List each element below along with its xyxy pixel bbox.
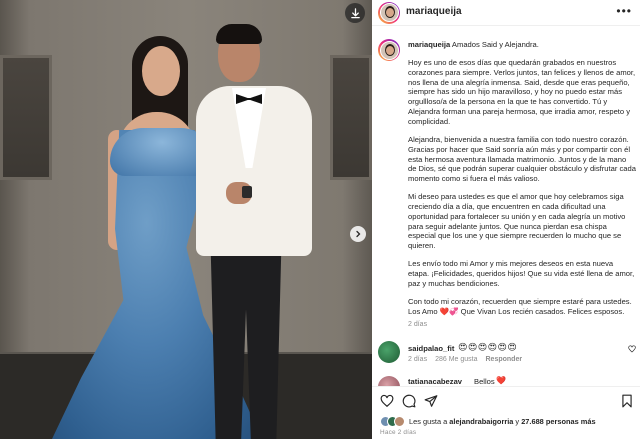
comment-meta: 2 días 286 Me gusta Responder — [408, 356, 522, 363]
author-avatar[interactable] — [378, 1, 400, 24]
caption-paragraph: Les envío todo mi Amor y mis mejores des… — [408, 259, 635, 288]
man-hair — [216, 24, 262, 44]
download-icon[interactable] — [345, 3, 365, 23]
post-caption: mariaqueija Amados Said y Alejandra. Hoy… — [408, 40, 636, 325]
comment-time: 2 días — [408, 356, 428, 363]
post-actions: Les gusta a alejandrabaigorria y 27.688 … — [372, 386, 640, 439]
caption-time: 2 días — [408, 321, 428, 328]
likes-count[interactable]: 27.688 personas más — [521, 417, 595, 426]
likes-connector: y — [515, 416, 520, 426]
commenter-avatar[interactable] — [378, 341, 400, 363]
caption-paragraph: Hoy es uno de esos días que quedarán gra… — [408, 58, 636, 126]
post-header: mariaqueija ••• — [372, 0, 640, 26]
comment-icon[interactable] — [402, 394, 416, 408]
likes-summary[interactable]: Les gusta a alejandrabaigorria y 27.688 … — [380, 415, 596, 427]
more-options-icon[interactable]: ••• — [616, 5, 632, 17]
likes-text: Les gusta a alejandrabaigorria y 27.688 … — [409, 417, 596, 426]
liker-username[interactable]: alejandrabaigorria — [449, 417, 513, 426]
author-username[interactable]: mariaqueija — [406, 6, 462, 17]
caption-paragraph: Alejandra, bienvenida a nuestra familia … — [408, 134, 636, 184]
likes-prefix: Les gusta a — [409, 416, 448, 426]
post-image[interactable] — [0, 0, 372, 439]
caption-username[interactable]: mariaqueija — [408, 40, 450, 49]
share-icon[interactable] — [424, 394, 438, 408]
comment-text: Bellos — [474, 377, 495, 386]
heart-icon[interactable] — [380, 394, 394, 408]
commenter-username[interactable]: tatianacabezav — [408, 377, 462, 386]
commenter-username[interactable]: saidpalao_fit — [408, 344, 454, 353]
chevron-right-icon[interactable] — [350, 226, 366, 242]
caption-paragraph: Con todo mi corazón, recuerden que siemp… — [408, 297, 632, 316]
caption-author-avatar[interactable] — [378, 39, 400, 61]
bookmark-icon[interactable] — [620, 394, 634, 408]
liker-avatar — [394, 415, 405, 427]
comment-likes[interactable]: 286 Me gusta — [435, 356, 477, 363]
post-side-panel: mariaqueija ••• mariaqueija Amados Said … — [372, 0, 640, 439]
post-timestamp: Hace 2 días — [380, 429, 417, 436]
wall-niche-left — [0, 55, 52, 180]
reply-button[interactable]: Responder — [486, 356, 523, 363]
comment-emoji: ❤️ — [496, 376, 506, 385]
wall-niche-right — [330, 55, 372, 180]
commenter-avatar[interactable] — [378, 376, 400, 386]
comment-text: 😍😍😍😍😍😍 — [458, 342, 518, 352]
caption-headline: Amados Said y Alejandra. — [451, 40, 539, 49]
woman-face — [142, 46, 180, 96]
comment: tatianacabezav Bellos ❤️ — [378, 376, 636, 386]
wristwatch — [242, 186, 252, 198]
comments-scroll-area[interactable]: mariaqueija Amados Said y Alejandra. Hoy… — [372, 27, 640, 386]
heart-outline-icon[interactable] — [628, 345, 636, 355]
caption-paragraph: Mi deseo para ustedes es que el amor que… — [408, 192, 626, 251]
